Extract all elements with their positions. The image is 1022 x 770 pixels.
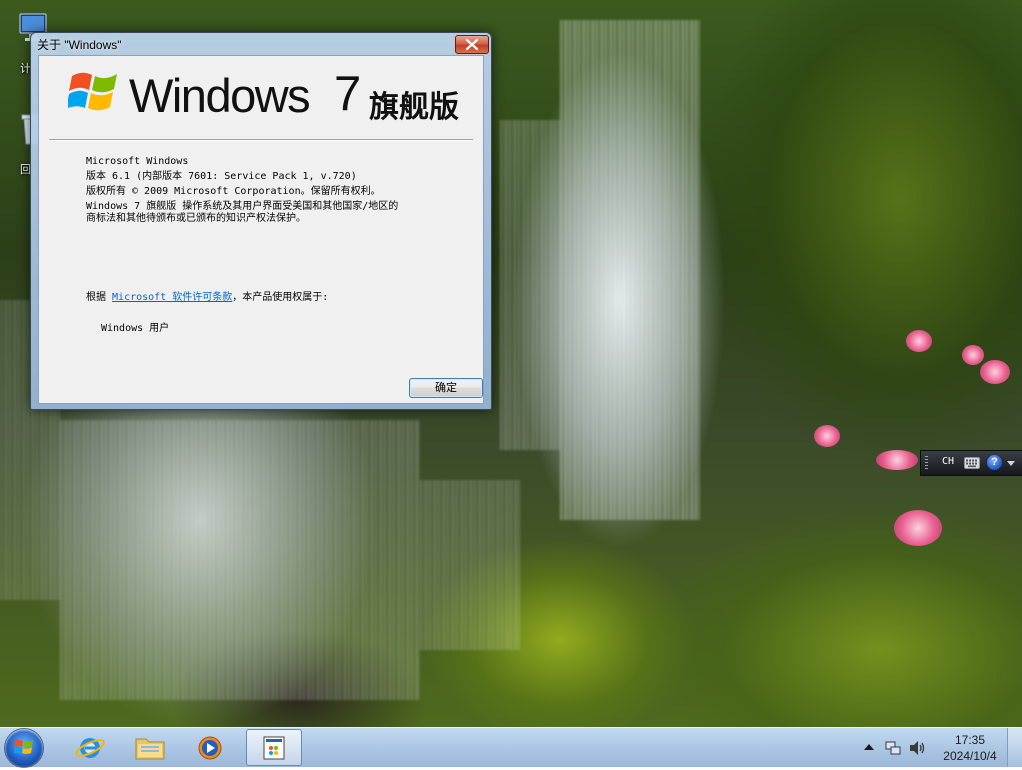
language-bar-options-icon[interactable] <box>1007 461 1015 467</box>
taskbar-windows-explorer[interactable] <box>122 729 178 766</box>
language-bar[interactable]: CH ? <box>920 450 1022 476</box>
help-icon[interactable]: ? <box>987 455 1002 470</box>
taskbar: 17:35 2024/10/4 <box>0 727 1022 767</box>
dialog-title-bar[interactable]: 关于 "Windows" <box>31 33 491 55</box>
taskbar-internet-explorer[interactable] <box>62 729 118 766</box>
waterfall-decoration <box>500 120 560 450</box>
about-windows-dialog: 关于 "Windows" Windows 7 旗舰版 Microsoft Win… <box>30 32 492 410</box>
brand-edition-text: 旗舰版 <box>369 90 459 125</box>
volume-icon[interactable] <box>909 740 927 756</box>
dialog-content: Windows 7 旗舰版 Microsoft Windows 版本 6.1 (… <box>38 55 484 404</box>
trademark-line-2: 商标法和其他待颁布或已颁布的知识产权法保护。 <box>86 213 306 224</box>
windows-flag-logo-icon <box>68 72 117 111</box>
product-name-line: Microsoft Windows <box>86 156 189 167</box>
taskbar-media-player[interactable] <box>182 729 238 766</box>
header-divider <box>49 139 473 141</box>
waterfall-decoration <box>60 420 420 700</box>
clock-time[interactable]: 17:35 <box>940 733 1000 747</box>
about-windows-app-icon <box>263 736 285 760</box>
clock-date[interactable]: 2024/10/4 <box>936 749 1004 763</box>
network-icon[interactable] <box>885 740 901 756</box>
copyright-line: 版权所有 © 2009 Microsoft Corporation。保留所有权利… <box>86 186 381 197</box>
license-suffix: ，本产品使用权属于: <box>232 292 329 303</box>
flower-decoration <box>980 360 1010 384</box>
version-line: 版本 6.1 (内部版本 7601: Service Pack 1, v.720… <box>86 171 357 182</box>
flower-decoration <box>906 330 932 352</box>
ok-button[interactable]: 确定 <box>409 378 483 398</box>
flower-decoration <box>894 510 942 546</box>
license-statement: 根据 Microsoft 软件许可条款，本产品使用权属于: <box>86 288 328 303</box>
media-player-icon <box>198 736 222 760</box>
license-terms-link[interactable]: Microsoft 软件许可条款 <box>112 292 232 303</box>
windows-explorer-icon <box>135 738 165 760</box>
waterfall-decoration <box>420 480 520 650</box>
language-bar-grip[interactable] <box>925 456 928 470</box>
close-button[interactable] <box>455 35 489 54</box>
start-button[interactable] <box>5 729 43 767</box>
tray-overflow-chevron-icon[interactable] <box>864 743 874 751</box>
flower-decoration <box>876 450 918 470</box>
keyboard-icon[interactable] <box>964 457 980 469</box>
taskbar-about-windows[interactable] <box>246 729 302 766</box>
close-icon <box>466 39 478 50</box>
license-prefix: 根据 <box>86 292 113 303</box>
dialog-title: 关于 "Windows" <box>37 38 122 52</box>
brand-windows-text: Windows <box>129 69 311 122</box>
licensee-name: Windows 用户 <box>101 323 170 334</box>
brand-version-number: 7 <box>334 67 362 121</box>
windows-start-icon <box>14 740 33 754</box>
internet-explorer-icon <box>75 738 105 758</box>
flower-decoration <box>814 425 840 447</box>
flower-decoration <box>962 345 984 365</box>
language-indicator[interactable]: CH <box>942 456 954 467</box>
waterfall-decoration <box>560 20 700 520</box>
show-desktop-button[interactable] <box>1007 728 1022 767</box>
